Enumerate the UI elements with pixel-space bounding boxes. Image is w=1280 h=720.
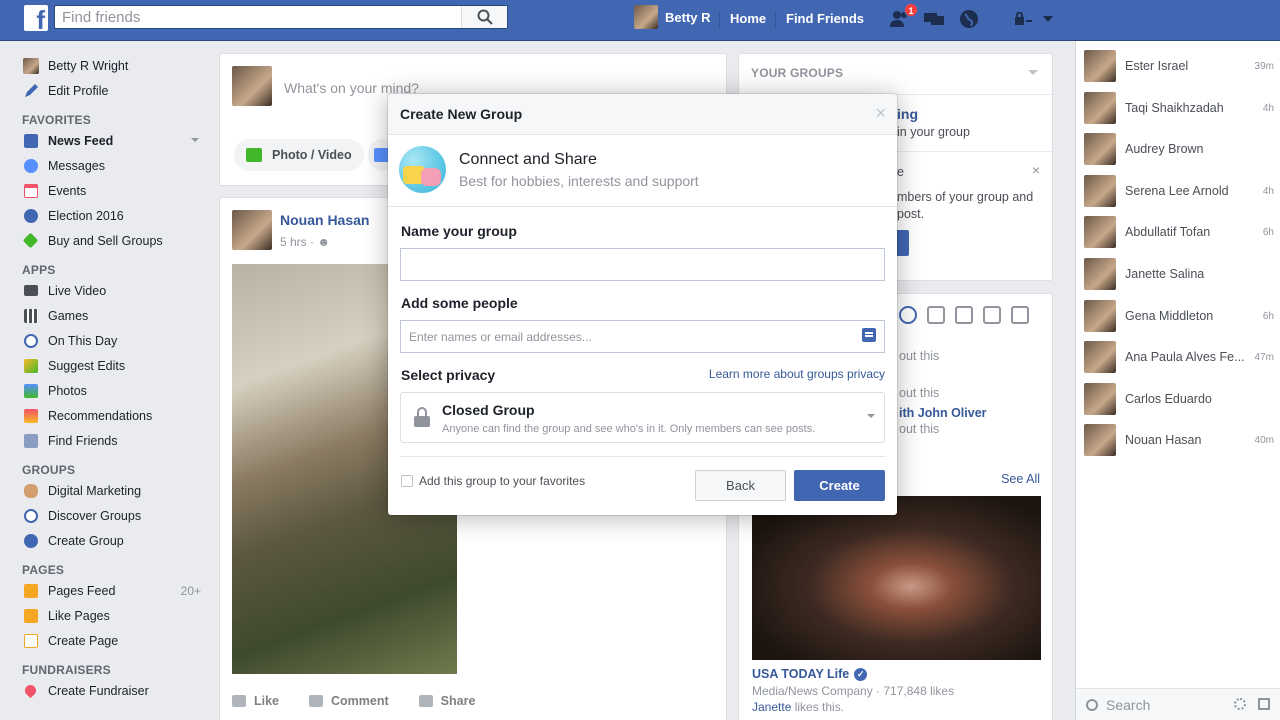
dialog-title: Create New Group — [400, 106, 523, 122]
connect-and-share-icon — [399, 146, 446, 193]
close-icon[interactable]: × — [875, 104, 886, 122]
add-to-favorites-label: Add this group to your favorites — [419, 474, 586, 488]
checkbox-box[interactable] — [401, 475, 413, 487]
divider — [388, 206, 897, 207]
create-button[interactable]: Create — [794, 470, 885, 501]
privacy-option-title: Closed Group — [442, 402, 535, 418]
privacy-select[interactable]: Closed Group Anyone can find the group a… — [400, 392, 885, 443]
chevron-down-icon — [867, 414, 875, 418]
lock-icon — [414, 407, 430, 427]
group-name-label: Name your group — [401, 223, 517, 239]
privacy-learn-more-link[interactable]: Learn more about groups privacy — [709, 367, 885, 381]
dialog-header: Create New Group × — [388, 94, 897, 135]
back-button[interactable]: Back — [695, 470, 786, 501]
create-group-dialog: Create New Group × Connect and Share Bes… — [388, 94, 897, 515]
add-people-label: Add some people — [401, 295, 518, 311]
add-to-favorites-checkbox[interactable]: Add this group to your favorites — [401, 474, 585, 488]
divider — [400, 456, 885, 457]
address-book-icon[interactable] — [862, 328, 876, 342]
privacy-option-description: Anyone can find the group and see who's … — [442, 423, 816, 435]
group-name-input[interactable] — [400, 248, 885, 281]
group-type-subtitle: Best for hobbies, interests and support — [459, 173, 699, 189]
add-people-input[interactable] — [400, 320, 885, 353]
privacy-label: Select privacy — [401, 367, 496, 383]
group-type-title: Connect and Share — [459, 151, 597, 168]
